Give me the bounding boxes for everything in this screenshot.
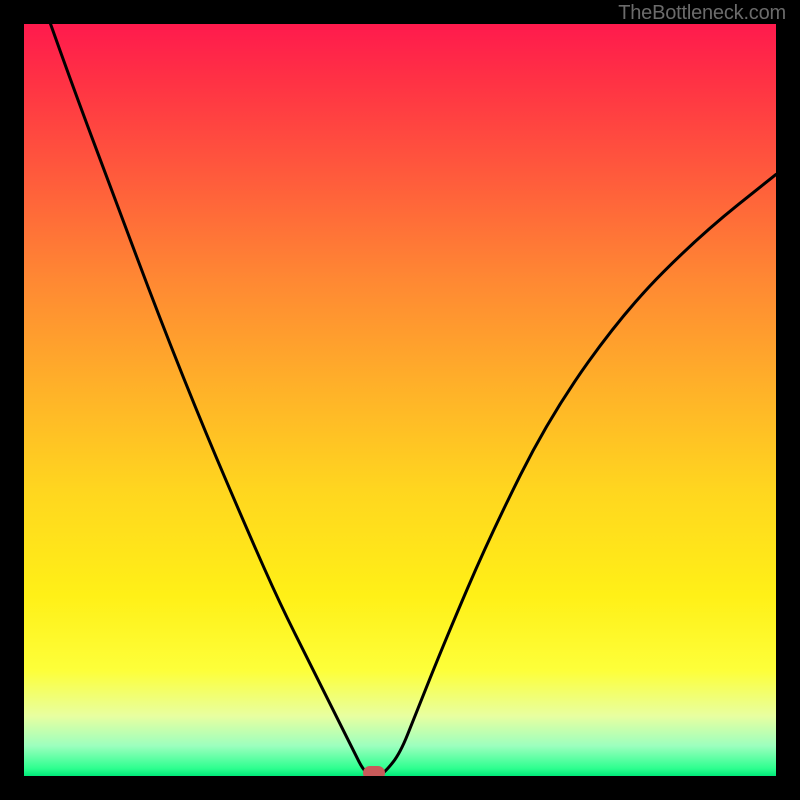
chart-area [24, 24, 776, 776]
curve-layer [24, 24, 776, 776]
watermark-text: TheBottleneck.com [618, 2, 786, 25]
bottleneck-curve [24, 24, 776, 776]
optimal-point-marker [363, 766, 385, 776]
